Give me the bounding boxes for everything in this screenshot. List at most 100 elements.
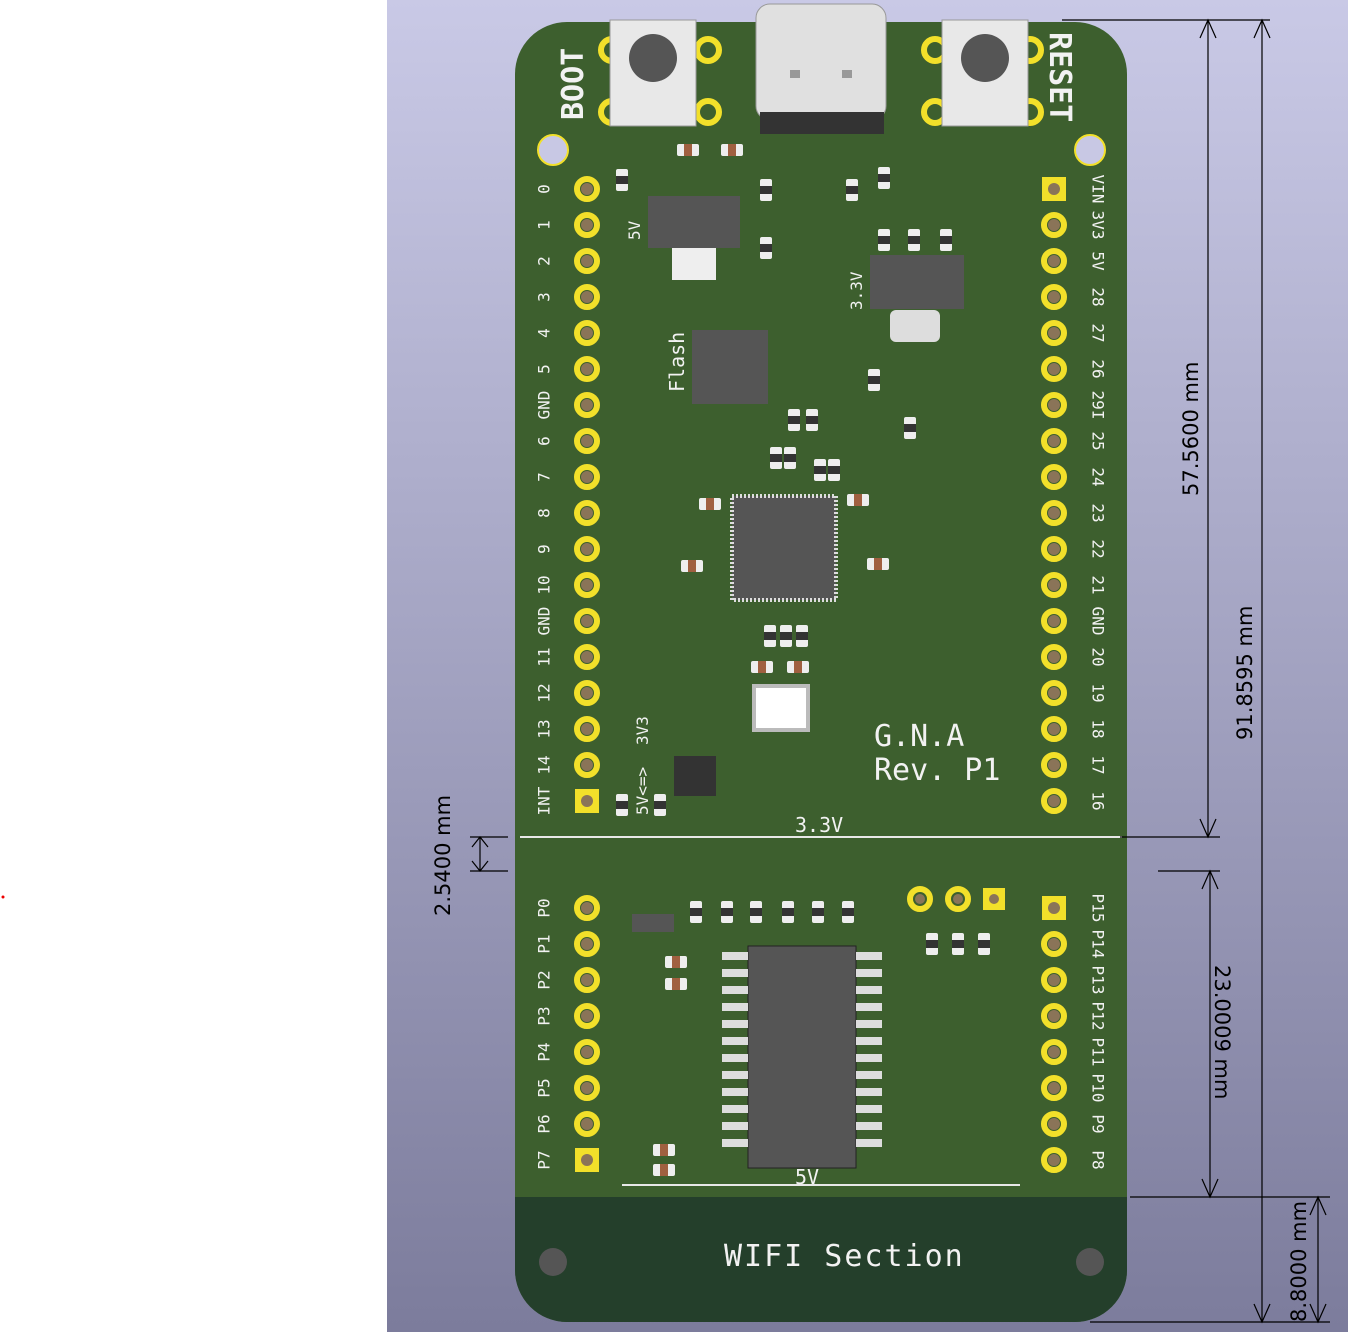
mounting-hole (537, 134, 569, 166)
smd-component (847, 494, 869, 506)
smd-component (721, 144, 743, 156)
pin-label: 19 (1089, 683, 1108, 702)
pin-label: 9 (535, 544, 554, 554)
pin-label: 18 (1089, 719, 1108, 738)
board-name: G.N.A (874, 719, 964, 754)
regulator-5v-label: 5V (625, 220, 644, 240)
pin-label: 2 (535, 256, 554, 266)
smd-component (665, 978, 687, 990)
smd-component (654, 794, 666, 816)
pin-label: P15 (1089, 894, 1108, 923)
io-expander-chip (747, 945, 857, 1169)
pin-label: 17 (1089, 755, 1108, 774)
pin-label: GND (1089, 607, 1108, 636)
smd-component (806, 409, 818, 431)
pin-label: P5 (535, 1078, 554, 1097)
smd-component (812, 901, 824, 923)
smd-component (760, 179, 772, 201)
smd-component (699, 498, 721, 510)
pin-label: 12 (535, 683, 554, 702)
pcb-board: 012345GND678910GND11121314INTVIN3V35V282… (515, 3, 1127, 1322)
smd-component (878, 229, 890, 251)
pin-label: P13 (1089, 966, 1108, 995)
pin-label: P3 (535, 1006, 554, 1025)
pcb-render: 012345GND678910GND11121314INTVIN3V35V282… (1, 3, 1330, 1324)
jumper-pin (983, 888, 1005, 910)
smd-component (940, 229, 952, 251)
smd-component (681, 560, 703, 572)
pin-label: P8 (1089, 1150, 1108, 1169)
pin-label: P10 (1089, 1074, 1108, 1103)
smd-component (978, 933, 990, 955)
regulator-5v (648, 196, 740, 248)
usb-c-connector (755, 3, 887, 134)
pin-label: 16 (1089, 791, 1108, 810)
mounting-hole (539, 1248, 567, 1276)
smd-component (904, 417, 916, 439)
pin-label: 27 (1089, 323, 1108, 342)
pin-label: 6 (535, 436, 554, 446)
smd-component (926, 933, 938, 955)
pin-label: VIN (1089, 175, 1108, 204)
pin-label: 10 (535, 575, 554, 594)
smd-component (780, 625, 792, 647)
dimension-57-56: 57.5600 mm (1179, 362, 1203, 496)
pin-label: 20 (1089, 647, 1108, 666)
pin-label: P0 (535, 898, 554, 917)
mcu-chip (730, 494, 838, 602)
smd-component (751, 661, 773, 673)
smd-component (908, 229, 920, 251)
smd-component (868, 369, 880, 391)
smd-component (846, 179, 858, 201)
smd-component (842, 901, 854, 923)
smd-component (750, 901, 762, 923)
pin-label: INT (535, 786, 554, 815)
smd-component (653, 1144, 675, 1156)
pin-label: P12 (1089, 1002, 1108, 1031)
pin-label: GND (535, 391, 554, 420)
smd-component (814, 459, 826, 481)
pin-label: P4 (535, 1042, 554, 1061)
smd-component (665, 956, 687, 968)
smd-component (764, 625, 776, 647)
regulator-3v3-label: 3.3V (847, 271, 866, 310)
reset-button (921, 19, 1044, 127)
pin-label: 0 (535, 184, 554, 194)
regulator-3v3 (870, 255, 964, 309)
wifi-section-label: WIFI Section (724, 1239, 965, 1274)
smd-component (867, 558, 889, 570)
jumper-pin (945, 886, 971, 912)
boot-label: BOOT (556, 48, 591, 120)
dimension-91-86: 91.8595 mm (1233, 606, 1257, 740)
pin-label: 3 (535, 292, 554, 302)
pin-label: P11 (1089, 1038, 1108, 1067)
board-revision: Rev. P1 (874, 753, 1000, 788)
pin-label: 23 (1089, 503, 1108, 522)
pin-label: 26 (1089, 359, 1108, 378)
pin-label: 21 (1089, 575, 1108, 594)
smd-component (878, 167, 890, 189)
smd-component (782, 901, 794, 923)
smd-component (760, 237, 772, 259)
pin-label: 13 (535, 719, 554, 738)
pin-label: 22 (1089, 539, 1108, 558)
pin-label: P1 (535, 934, 554, 953)
dimension-23-00: 23.0009 mm (1210, 965, 1234, 1099)
smd-component (770, 447, 782, 469)
mounting-hole (1076, 1248, 1104, 1276)
pin-label: 14 (535, 755, 554, 774)
smd-component (828, 459, 840, 481)
rail-3v3-label: 3.3V (795, 813, 843, 837)
pin-label: 3V3 (1089, 211, 1108, 240)
smd-component (787, 661, 809, 673)
crystal (752, 684, 810, 732)
level-shifter-chip (674, 756, 716, 796)
reset-label: RESET (1042, 32, 1077, 122)
rail-5v-label: 5V (795, 1165, 819, 1189)
smd-component (677, 144, 699, 156)
jumper-pin (907, 886, 933, 912)
pin-label: 24 (1089, 467, 1108, 486)
pin-label: 5 (535, 364, 554, 374)
level-5v-label: 5V<=> (633, 767, 652, 815)
pin-label: GND (535, 607, 554, 636)
